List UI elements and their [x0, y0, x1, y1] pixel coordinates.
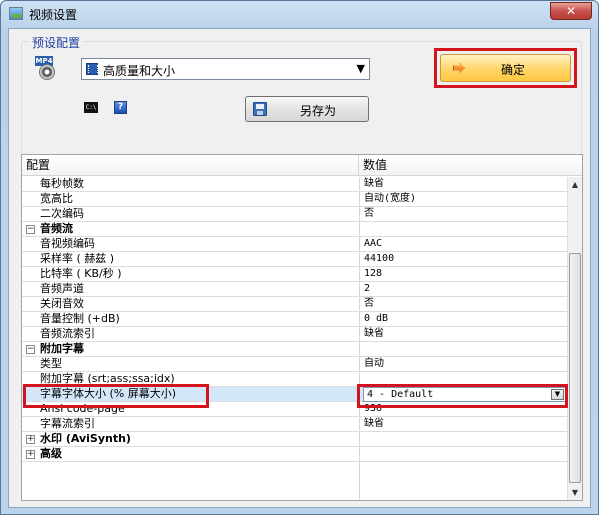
scroll-down-icon[interactable]: ▼ [568, 485, 582, 500]
grid-row-name: 音量控制 (+dB) [40, 312, 120, 325]
grid-row-name: 高级 [40, 447, 62, 460]
grid-row[interactable]: 字幕流索引 缺省 [22, 417, 567, 432]
grid-row-name: 音频流 [40, 222, 73, 235]
scrollbar-thumb[interactable] [569, 253, 581, 483]
grid-row-name: 音频声道 [40, 282, 84, 295]
grid-row-value[interactable]: 2 [364, 282, 564, 296]
expand-icon[interactable]: + [26, 435, 35, 444]
grid-row[interactable]: 采样率 ( 赫兹 ) 44100 [22, 252, 567, 267]
grid-category-row[interactable]: − 附加字幕 [22, 342, 567, 357]
video-settings-window: 视频设置 ✕ 预设配置 MP4 高质量和大小 ▼ C:\ ? 另存为 确定 配置… [0, 0, 599, 515]
grid-row-name: 每秒帧数 [40, 177, 84, 190]
highlight-box-subtitle-size-value [357, 384, 568, 408]
close-button[interactable]: ✕ [550, 2, 592, 20]
grid-row-name: 附加字幕 [40, 342, 84, 355]
save-as-label: 另存为 [300, 104, 337, 118]
film-reel-icon [39, 64, 55, 80]
column-header-value[interactable]: 数值 [359, 155, 565, 175]
highlight-box-subtitle-size-name [23, 384, 209, 408]
grid-row-value[interactable]: AAC [364, 237, 564, 251]
collapse-icon[interactable]: − [26, 345, 35, 354]
grid-row[interactable]: 类型 自动 [22, 357, 567, 372]
grid-row-name: 采样率 ( 赫兹 ) [40, 252, 115, 265]
grid-row-name: 音视频编码 [40, 237, 95, 250]
grid-row-value[interactable]: 自动 [364, 357, 564, 371]
help-icon[interactable]: ? [114, 101, 127, 114]
column-header-name[interactable]: 配置 [22, 155, 359, 175]
command-line-icon[interactable]: C:\ [84, 102, 98, 113]
grid-rows: 每秒帧数 缺省 宽高比 自动(宽度) 二次编码否 − 音频流 音视频编码 AAC 采样率 ( 赫兹… [22, 177, 567, 500]
scroll-up-icon[interactable]: ▲ [568, 177, 582, 192]
grid-row-value[interactable]: 否 [364, 207, 564, 221]
preset-select[interactable]: 高质量和大小 ▼ [81, 58, 370, 80]
title-bar[interactable]: 视频设置 ✕ [1, 1, 598, 27]
film-strip-icon [86, 63, 98, 75]
dialog-client-area: 预设配置 MP4 高质量和大小 ▼ C:\ ? 另存为 确定 配置 数值 每秒帧… [8, 28, 591, 508]
grid-row-name: 音频流索引 [40, 327, 95, 340]
grid-row[interactable]: 关闭音效 否 [22, 297, 567, 312]
grid-row-value[interactable]: 0 dB [364, 312, 564, 326]
grid-row[interactable]: 二次编码 否 [22, 207, 567, 222]
preset-group-label: 预设配置 [30, 34, 83, 51]
grid-row-value[interactable]: 缺省 [364, 177, 564, 191]
floppy-disk-icon [253, 102, 267, 116]
grid-row-name: 字幕流索引 [40, 417, 95, 430]
collapse-icon[interactable]: − [26, 225, 35, 234]
grid-row-value[interactable]: 否 [364, 297, 564, 311]
chevron-down-icon[interactable]: ▼ [357, 62, 365, 75]
vertical-scrollbar[interactable]: ▲ ▼ [567, 177, 582, 500]
settings-property-grid: 配置 数值 每秒帧数 缺省 宽高比 自动(宽度) 二次编码否 − 音频流 音视频编码 AAC 采样… [21, 154, 583, 501]
grid-row[interactable]: 音视频编码 AAC [22, 237, 567, 252]
highlight-box-ok [434, 48, 577, 88]
app-settings-icon [9, 7, 23, 20]
grid-row-name: 宽高比 [40, 192, 73, 205]
grid-row[interactable]: 比特率 ( KB/秒 ) 128 [22, 267, 567, 282]
grid-row[interactable]: 音量控制 (+dB) 0 dB [22, 312, 567, 327]
grid-row-value[interactable]: 缺省 [364, 327, 564, 341]
mp4-file-icon: MP4 [33, 56, 67, 82]
grid-row-name: 关闭音效 [40, 297, 84, 310]
grid-row-value[interactable]: 缺省 [364, 417, 564, 431]
grid-row[interactable]: 宽高比 自动(宽度) [22, 192, 567, 207]
grid-row-value[interactable]: 128 [364, 267, 564, 281]
grid-category-row[interactable]: + 高级 [22, 447, 567, 462]
grid-row-name: 二次编码 [40, 207, 84, 220]
save-as-button[interactable]: 另存为 [245, 96, 369, 122]
grid-category-row[interactable]: − 音频流 [22, 222, 567, 237]
grid-row-name: 类型 [40, 357, 62, 370]
grid-category-row[interactable]: + 水印 (AviSynth) [22, 432, 567, 447]
grid-row-name: 水印 (AviSynth) [40, 432, 131, 445]
expand-icon[interactable]: + [26, 450, 35, 459]
grid-row-value[interactable]: 44100 [364, 252, 564, 266]
window-title: 视频设置 [29, 8, 78, 22]
grid-row-value[interactable]: 自动(宽度) [364, 192, 564, 206]
preset-selected-value: 高质量和大小 [103, 64, 176, 78]
grid-header: 配置 数值 [22, 155, 582, 176]
grid-row[interactable]: 音频声道 2 [22, 282, 567, 297]
grid-row[interactable]: 音频流索引 缺省 [22, 327, 567, 342]
grid-row-name: 比特率 ( KB/秒 ) [40, 267, 122, 280]
grid-row[interactable]: 每秒帧数 缺省 [22, 177, 567, 192]
